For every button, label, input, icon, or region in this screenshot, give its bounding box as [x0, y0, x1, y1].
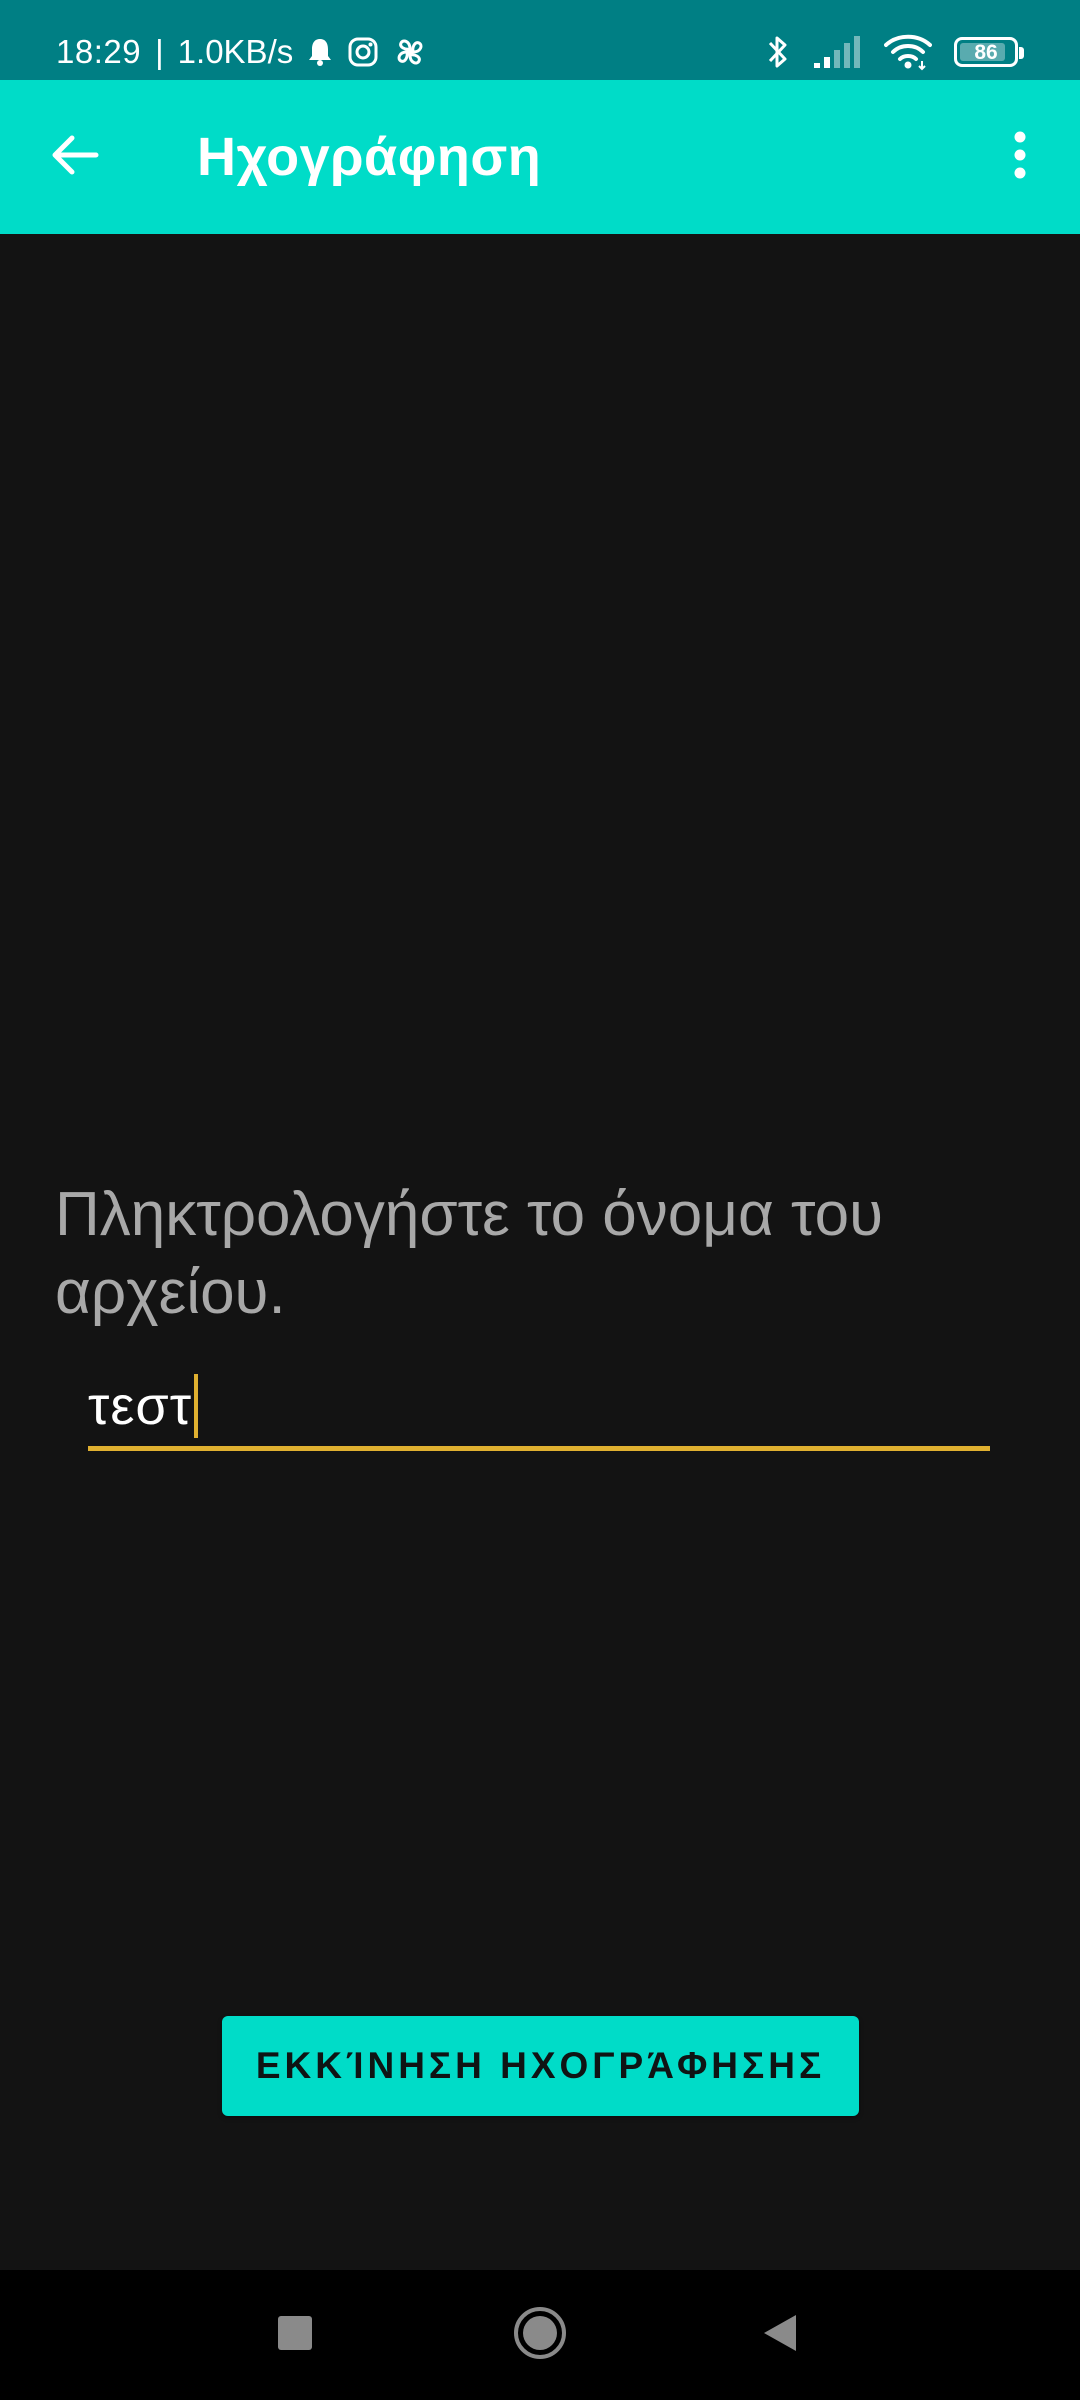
back-icon — [760, 2313, 800, 2358]
signal-icon — [812, 35, 862, 69]
recents-icon — [277, 2315, 313, 2356]
navigation-bar — [0, 2270, 1080, 2400]
network-speed: 1.0KB/s — [177, 33, 294, 70]
filename-prompt: Πληκτρολογήστε το όνομα του αρχείου. — [55, 1180, 884, 1327]
battery-icon: 86 — [954, 37, 1024, 67]
text-cursor — [194, 1374, 199, 1438]
status-separator: | — [155, 33, 164, 70]
bluetooth-icon — [766, 33, 790, 71]
wifi-icon — [884, 33, 932, 71]
pinwheel-icon — [393, 35, 427, 69]
home-icon — [512, 2305, 568, 2366]
battery-indicator: 86 — [954, 37, 1024, 67]
bell-icon — [307, 37, 333, 67]
status-time: 18:29 — [56, 33, 142, 70]
status-bar: 18:29 | 1.0KB/s 86 — [0, 0, 1080, 80]
more-options-button[interactable] — [990, 117, 1050, 197]
start-recording-button[interactable]: ΕΚΚΊΝΗΣΗ ΗΧΟΓΡΆΦΗΣΗΣ — [222, 2016, 859, 2116]
start-recording-label: ΕΚΚΊΝΗΣΗ ΗΧΟΓΡΆΦΗΣΗΣ — [255, 2045, 826, 2086]
more-vert-icon — [1013, 130, 1027, 185]
home-button[interactable] — [505, 2300, 575, 2370]
filename-value: τεστ — [88, 1376, 193, 1436]
back-nav-button[interactable] — [745, 2300, 815, 2370]
arrow-back-icon — [50, 133, 100, 182]
recording-screen: 18:29 | 1.0KB/s 86 Ηχογράφηση Πληκτρολογ… — [0, 0, 1080, 2400]
filename-input[interactable]: τεστ — [88, 1366, 990, 1451]
back-button[interactable] — [30, 117, 120, 197]
battery-level: 86 — [974, 40, 998, 64]
page-title: Ηχογράφηση — [197, 127, 542, 187]
app-bar: Ηχογράφηση — [0, 80, 1080, 234]
battery-tip — [1019, 47, 1024, 59]
recents-button[interactable] — [260, 2300, 330, 2370]
instagram-icon — [347, 36, 379, 68]
